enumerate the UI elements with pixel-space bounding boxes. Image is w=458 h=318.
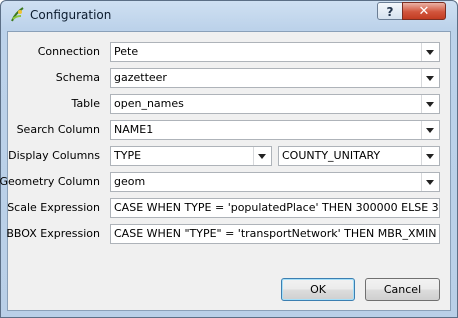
chevron-down-icon[interactable] xyxy=(421,121,439,139)
bbox-expression-input[interactable]: CASE WHEN "TYPE" = 'transportNetwork' TH… xyxy=(110,224,440,244)
chevron-down-icon[interactable] xyxy=(253,147,271,165)
connection-label: Connection xyxy=(37,45,100,58)
help-icon: ? xyxy=(386,5,394,19)
geometry-column-value: geom xyxy=(114,175,146,188)
close-icon: ✕ xyxy=(418,4,430,19)
ok-button[interactable]: OK xyxy=(281,278,355,301)
title-bar[interactable]: Configuration ? ✕ xyxy=(1,1,457,31)
display-column-1-select[interactable]: TYPE xyxy=(110,146,272,166)
window-title: Configuration xyxy=(30,8,112,22)
display-columns-label: Display Columns xyxy=(8,149,100,162)
chevron-down-icon[interactable] xyxy=(421,147,439,165)
connection-select[interactable]: Pete xyxy=(110,42,440,62)
geometry-column-label: Geometry Column xyxy=(0,175,100,188)
geometry-column-select[interactable]: geom xyxy=(110,172,440,192)
display-column-2-value: COUNTY_UNITARY xyxy=(282,149,381,162)
chevron-down-icon[interactable] xyxy=(421,95,439,113)
chevron-down-icon[interactable] xyxy=(421,43,439,61)
schema-select[interactable]: gazetteer xyxy=(110,68,440,88)
close-button[interactable]: ✕ xyxy=(402,2,446,20)
configuration-window: Configuration ? ✕ Connection Pete Schema… xyxy=(0,0,458,318)
search-column-label: Search Column xyxy=(16,123,100,136)
bbox-expression-value: CASE WHEN "TYPE" = 'transportNetwork' TH… xyxy=(114,227,438,240)
search-column-select[interactable]: NAME1 xyxy=(110,120,440,140)
table-label: Table xyxy=(71,97,100,110)
cancel-button[interactable]: Cancel xyxy=(365,278,440,301)
qgis-icon xyxy=(11,7,24,22)
bbox-expression-label: BBOX Expression xyxy=(6,227,100,240)
table-value: open_names xyxy=(114,97,184,110)
chevron-down-icon[interactable] xyxy=(421,69,439,87)
schema-value: gazetteer xyxy=(114,71,167,84)
schema-label: Schema xyxy=(55,71,100,84)
table-select[interactable]: open_names xyxy=(110,94,440,114)
scale-expression-input[interactable]: CASE WHEN TYPE = 'populatedPlace' THEN 3… xyxy=(110,198,440,218)
search-column-value: NAME1 xyxy=(114,123,154,136)
dialog-body: Connection Pete Schema gazetteer Table o… xyxy=(0,31,451,311)
display-column-2-select[interactable]: COUNTY_UNITARY xyxy=(278,146,440,166)
scale-expression-label: Scale Expression xyxy=(7,201,100,214)
connection-value: Pete xyxy=(114,45,139,58)
help-button[interactable]: ? xyxy=(377,2,403,20)
scale-expression-value: CASE WHEN TYPE = 'populatedPlace' THEN 3… xyxy=(114,201,438,214)
display-column-1-value: TYPE xyxy=(114,149,142,162)
chevron-down-icon[interactable] xyxy=(421,173,439,191)
